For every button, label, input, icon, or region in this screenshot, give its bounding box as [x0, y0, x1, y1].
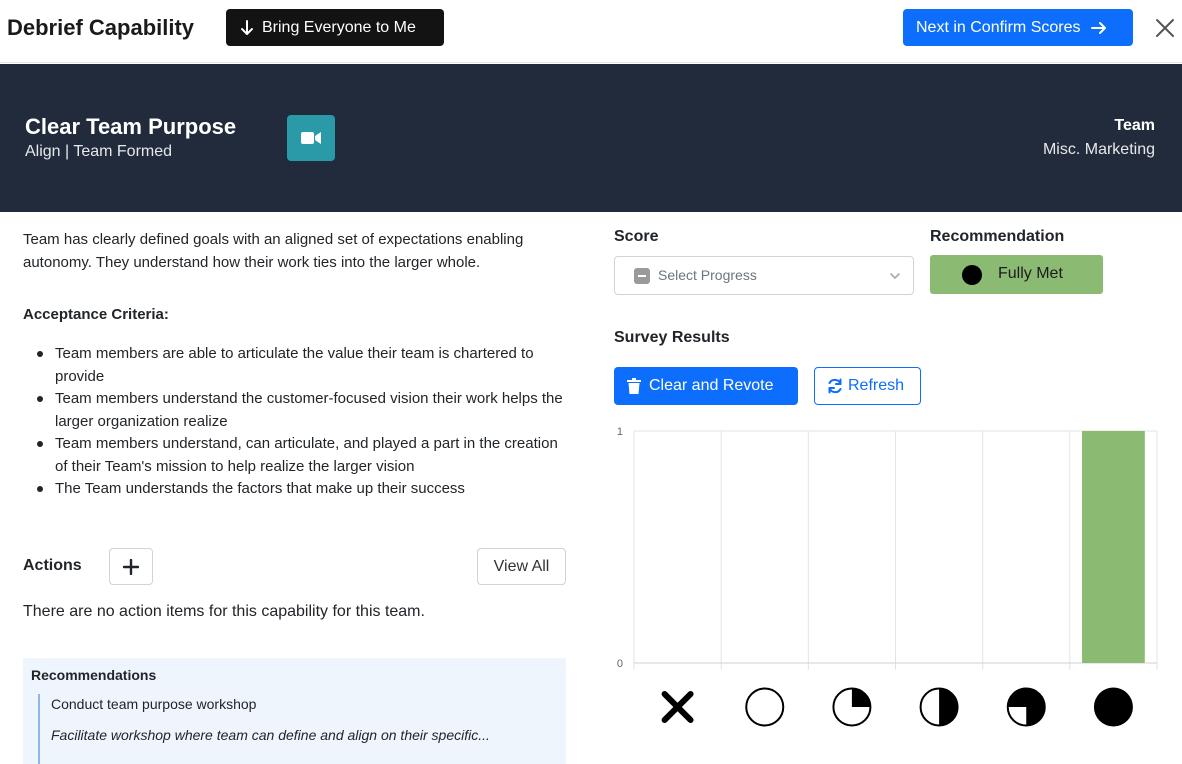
capability-description: Team has clearly defined goals with an a… — [23, 231, 524, 271]
arrow-right-icon — [1090, 21, 1106, 34]
recommendation-description: Facilitate workshop where team can defin… — [51, 727, 490, 743]
score-select-placeholder: Select Progress — [658, 267, 757, 283]
y-tick-label: 0 — [617, 658, 623, 670]
refresh-label: Refresh — [848, 377, 905, 394]
arrow-down-icon — [241, 19, 253, 35]
y-tick-label: 1 — [617, 426, 623, 438]
next-label: Next in Confirm Scores — [916, 18, 1081, 36]
acceptance-criteria-list: Team members are able to articulate the … — [23, 343, 571, 501]
recommendations-panel: Recommendations Conduct team purpose wor… — [23, 658, 566, 764]
half-circle-icon — [919, 687, 959, 727]
criteria-item: Team members understand the customer-foc… — [23, 388, 571, 433]
add-action-button[interactable] — [109, 548, 153, 585]
team-name: Misc. Marketing — [1042, 141, 1155, 158]
three-quarter-circle-icon — [1006, 687, 1046, 727]
top-bar: Debrief Capability Bring Everyone to Me … — [0, 0, 1182, 63]
chart-bar-fully-met — [1082, 431, 1145, 663]
recommendations-title: Recommendations — [31, 667, 157, 683]
minus-square-icon — [634, 268, 650, 284]
empty-circle-icon — [745, 687, 785, 727]
team-label: Team — [1114, 117, 1155, 134]
full-circle-icon — [962, 265, 982, 285]
full-circle-icon — [1093, 687, 1133, 727]
video-button[interactable] — [287, 115, 335, 161]
trash-icon — [627, 378, 641, 394]
chevron-down-icon — [890, 273, 900, 279]
recommendation-label: Recommendation — [930, 228, 1065, 245]
refresh-button[interactable]: Refresh — [814, 367, 921, 405]
clear-and-revote-button[interactable]: Clear and Revote — [614, 367, 798, 405]
close-icon[interactable] — [1155, 18, 1175, 38]
plus-icon — [123, 558, 139, 575]
no-actions-message: There are no action items for this capab… — [23, 603, 425, 620]
capability-subtitle: Align | Team Formed — [25, 143, 173, 160]
survey-results-label: Survey Results — [614, 329, 730, 346]
criteria-item: Team members are able to articulate the … — [23, 343, 571, 388]
quarter-circle-icon — [832, 687, 872, 727]
survey-results-chart: 01 — [617, 426, 1158, 727]
bring-everyone-button[interactable]: Bring Everyone to Me — [226, 9, 444, 46]
video-camera-icon — [301, 132, 321, 144]
acceptance-criteria-heading: Acceptance Criteria: — [23, 306, 169, 323]
recommendation-badge: Fully Met — [930, 255, 1103, 294]
x-icon — [661, 691, 694, 723]
view-all-button[interactable]: View All — [477, 548, 566, 585]
criteria-item: Team members understand, can articulate,… — [23, 433, 571, 478]
clear-and-revote-label: Clear and Revote — [649, 377, 774, 394]
next-confirm-scores-button[interactable]: Next in Confirm Scores — [903, 9, 1133, 46]
actions-heading: Actions — [23, 557, 82, 574]
refresh-icon — [828, 378, 842, 394]
score-select[interactable]: Select Progress — [614, 256, 914, 295]
recommendation-title: Conduct team purpose workshop — [51, 696, 257, 712]
recommendation-item[interactable]: Conduct team purpose workshop Facilitate… — [38, 694, 558, 764]
capability-title: Clear Team Purpose — [25, 114, 237, 139]
capability-header: Clear Team Purpose Align | Team Formed T… — [0, 64, 1182, 212]
bring-everyone-label: Bring Everyone to Me — [262, 18, 416, 36]
criteria-item: The Team understands the factors that ma… — [23, 478, 571, 501]
page-title: Debrief Capability — [7, 15, 195, 40]
recommendation-value: Fully Met — [998, 265, 1063, 282]
score-label: Score — [614, 228, 659, 245]
